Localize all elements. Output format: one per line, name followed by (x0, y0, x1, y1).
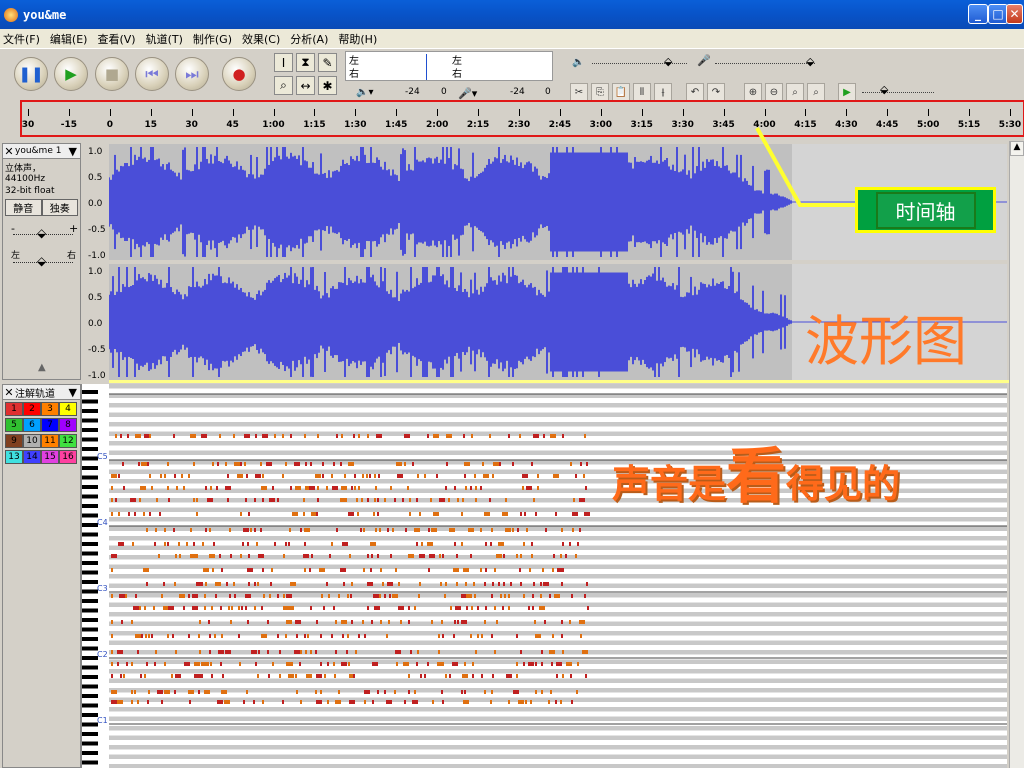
timeline-callout: 时间轴 (855, 187, 996, 233)
sound-callout-pre: 声音是 (612, 462, 727, 506)
sound-visible-callout: 声音是看得见的 (612, 428, 900, 515)
sound-callout-post: 得见的 (786, 462, 901, 506)
timeline-callout-text: 时间轴 (875, 191, 976, 229)
audacity-window: you&me _ □ ✕ 文件(F) 编辑(E) 查看(V) 轨道(T) 制作(… (0, 0, 1024, 768)
sound-callout-big: 看 (726, 442, 787, 512)
waveform-callout: 波形图 (805, 310, 967, 373)
callout-line (755, 127, 856, 207)
